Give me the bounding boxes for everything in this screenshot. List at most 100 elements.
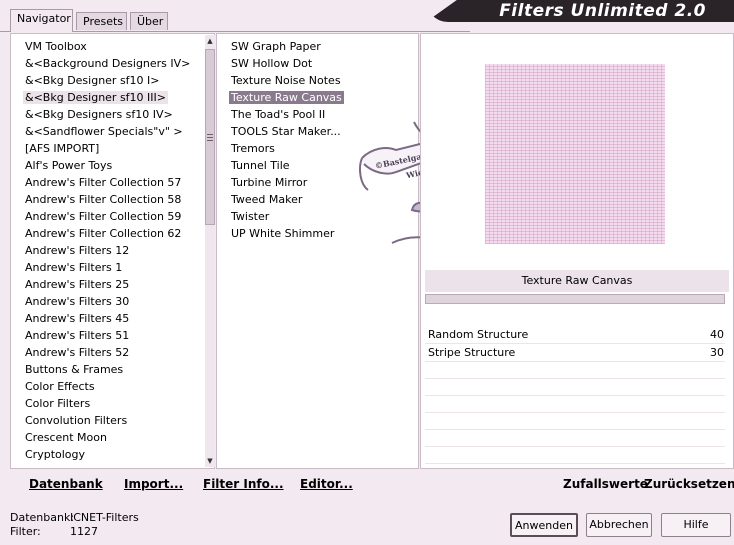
datenbank-link[interactable]: Datenbank bbox=[29, 477, 103, 491]
filter-item[interactable]: SW Hollow Dot bbox=[217, 55, 344, 72]
category-item[interactable]: Alf's Power Toys bbox=[11, 157, 192, 174]
category-item[interactable]: &<Background Designers IV> bbox=[11, 55, 192, 72]
tab-ueber[interactable]: Über bbox=[130, 12, 168, 30]
filter-item[interactable]: Tremors bbox=[217, 140, 344, 157]
category-label: Andrew's Filter Collection 62 bbox=[25, 227, 182, 240]
category-label: Andrew's Filters 45 bbox=[25, 312, 130, 325]
category-item[interactable]: VM Toolbox bbox=[11, 38, 192, 55]
category-label: Andrew's Filter Collection 59 bbox=[25, 210, 182, 223]
category-label: Convolution Filters bbox=[25, 414, 128, 427]
category-label: Andrew's Filter Collection 57 bbox=[25, 176, 182, 189]
status-area: Datenbank:ICNET-Filters Filter: 1127 bbox=[10, 511, 139, 539]
category-item[interactable]: Andrew's Filters 1 bbox=[11, 259, 192, 276]
category-item[interactable]: Andrew's Filter Collection 58 bbox=[11, 191, 192, 208]
category-item[interactable]: &<Bkg Designer sf10 I> bbox=[11, 72, 192, 89]
scroll-up-icon[interactable]: ▲ bbox=[205, 35, 215, 47]
setting-value[interactable]: 30 bbox=[710, 344, 724, 361]
help-button[interactable]: Hilfe bbox=[661, 513, 731, 537]
category-item[interactable]: Color Filters bbox=[11, 395, 192, 412]
filter-item[interactable]: The Toad's Pool II bbox=[217, 106, 344, 123]
import-link[interactable]: Import... bbox=[124, 477, 183, 491]
setting-value[interactable]: 40 bbox=[710, 326, 724, 343]
setting-label: Random Structure bbox=[428, 328, 529, 341]
filter-item[interactable]: Texture Raw Canvas bbox=[217, 89, 344, 106]
apply-button[interactable]: Anwenden bbox=[510, 513, 578, 537]
app-title: Filters Unlimited 2.0 bbox=[499, 1, 706, 21]
filter-label: TOOLS Star Maker... bbox=[231, 125, 341, 138]
zuruecksetzen-button[interactable]: Zurücksetzen bbox=[644, 477, 734, 491]
grip-line bbox=[207, 134, 213, 135]
filter-item[interactable]: Texture Noise Notes bbox=[217, 72, 344, 89]
setting-random-structure[interactable]: Random Structure 40 bbox=[425, 326, 725, 344]
category-item[interactable]: &<Bkg Designer sf10 III> bbox=[11, 89, 192, 106]
category-item[interactable]: Andrew's Filter Collection 59 bbox=[11, 208, 192, 225]
category-item[interactable]: Andrew's Filter Collection 62 bbox=[11, 225, 192, 242]
category-label: Alf's Power Toys bbox=[25, 159, 113, 172]
filter-label: UP White Shimmer bbox=[231, 227, 335, 240]
setting-empty-row bbox=[425, 413, 725, 430]
title-banner: Filters Unlimited 2.0 bbox=[426, 0, 734, 22]
zufallswerte-button[interactable]: Zufallswerte bbox=[563, 477, 648, 491]
category-label: Color Effects bbox=[25, 380, 95, 393]
setting-empty-row bbox=[425, 430, 725, 447]
category-label: Andrew's Filters 30 bbox=[25, 295, 130, 308]
filter-item[interactable]: Tunnel Tile bbox=[217, 157, 344, 174]
category-label: Andrew's Filters 51 bbox=[25, 329, 130, 342]
category-item[interactable]: &<Sandflower Specials"v" > bbox=[11, 123, 192, 140]
filter-item[interactable]: TOOLS Star Maker... bbox=[217, 123, 344, 140]
filter-preview-image[interactable] bbox=[485, 64, 665, 244]
tab-presets[interactable]: Presets bbox=[76, 12, 127, 30]
filter-label: SW Graph Paper bbox=[231, 40, 321, 53]
category-item[interactable]: Andrew's Filters 51 bbox=[11, 327, 192, 344]
category-item[interactable]: &<Bkg Designers sf10 IV> bbox=[11, 106, 192, 123]
category-item[interactable]: Andrew's Filter Collection 57 bbox=[11, 174, 192, 191]
category-item[interactable]: Cryptology bbox=[11, 446, 192, 463]
tab-navigator[interactable]: Navigator bbox=[10, 9, 73, 32]
filter-item[interactable]: UP White Shimmer bbox=[217, 225, 344, 242]
category-label: Cryptology bbox=[25, 448, 86, 461]
editor-link[interactable]: Editor... bbox=[300, 477, 353, 491]
category-label: &<Sandflower Specials"v" > bbox=[25, 125, 183, 138]
category-item[interactable]: Andrew's Filters 25 bbox=[11, 276, 192, 293]
filter-item[interactable]: Tweed Maker bbox=[217, 191, 344, 208]
category-item[interactable]: Convolution Filters bbox=[11, 412, 192, 429]
scroll-down-icon[interactable]: ▼ bbox=[205, 455, 215, 467]
filter-progress-bar bbox=[425, 294, 725, 304]
filter-item[interactable]: Turbine Mirror bbox=[217, 174, 344, 191]
category-label: Andrew's Filters 12 bbox=[25, 244, 130, 257]
category-scrollbar[interactable]: ▲ ▼ bbox=[205, 35, 215, 467]
category-item[interactable]: Andrew's Filters 30 bbox=[11, 293, 192, 310]
category-item[interactable]: Andrew's Filters 45 bbox=[11, 310, 192, 327]
scrollbar-thumb[interactable] bbox=[205, 49, 215, 225]
filter-label: Tweed Maker bbox=[231, 193, 303, 206]
category-label: Buttons & Frames bbox=[25, 363, 124, 376]
filter-label: Tremors bbox=[231, 142, 275, 155]
filter-info-link[interactable]: Filter Info... bbox=[203, 477, 284, 491]
category-label: [AFS IMPORT] bbox=[25, 142, 100, 155]
category-label: Andrew's Filters 1 bbox=[25, 261, 123, 274]
status-db-label: Datenbank: bbox=[10, 511, 75, 524]
category-item[interactable]: Color Effects bbox=[11, 378, 192, 395]
category-item[interactable]: Andrew's Filters 52 bbox=[11, 344, 192, 361]
category-item[interactable]: Andrew's Filters 12 bbox=[11, 242, 192, 259]
category-list: VM Toolbox &<Background Designers IV> &<Bk… bbox=[11, 34, 192, 463]
cancel-button[interactable]: Abbrechen bbox=[586, 513, 652, 537]
setting-empty-row bbox=[425, 396, 725, 413]
filter-item[interactable]: Twister bbox=[217, 208, 344, 225]
grip-line bbox=[207, 137, 213, 138]
setting-stripe-structure[interactable]: Stripe Structure 30 bbox=[425, 344, 725, 362]
filter-label: Texture Raw Canvas bbox=[229, 91, 344, 104]
filter-label: The Toad's Pool II bbox=[231, 108, 326, 121]
category-item[interactable]: [AFS IMPORT] bbox=[11, 140, 192, 157]
setting-empty-row bbox=[425, 379, 725, 396]
setting-label: Stripe Structure bbox=[428, 346, 516, 359]
preview-panel: Texture Raw Canvas Random Structure 40 S… bbox=[420, 33, 734, 469]
filter-item[interactable]: SW Graph Paper bbox=[217, 38, 344, 55]
category-item[interactable]: Crescent Moon bbox=[11, 429, 192, 446]
category-label: &<Background Designers IV> bbox=[25, 57, 191, 70]
category-item[interactable]: Buttons & Frames bbox=[11, 361, 192, 378]
filter-label: Texture Noise Notes bbox=[231, 74, 341, 87]
category-label: Andrew's Filters 52 bbox=[25, 346, 130, 359]
status-db-value: ICNET-Filters bbox=[70, 511, 139, 524]
category-label: Andrew's Filters 25 bbox=[25, 278, 130, 291]
